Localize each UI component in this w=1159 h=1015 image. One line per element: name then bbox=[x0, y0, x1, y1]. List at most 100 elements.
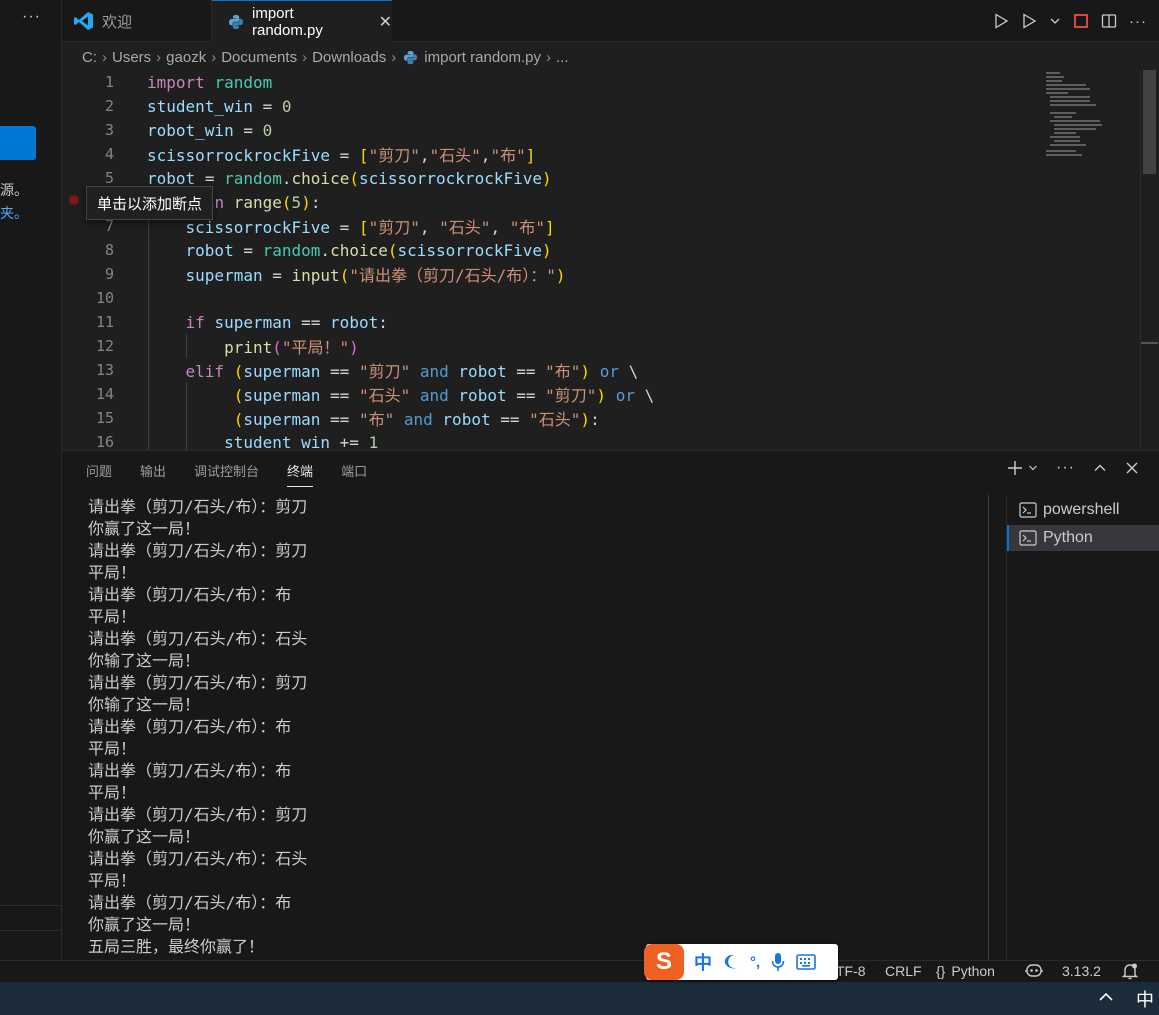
tab-debug-console[interactable]: 调试控制台 bbox=[194, 461, 259, 487]
chevron-up-icon[interactable] bbox=[1098, 988, 1114, 1009]
breakpoint-hint-icon[interactable] bbox=[69, 195, 79, 205]
stop-icon[interactable] bbox=[1073, 13, 1089, 29]
status-encoding[interactable]: TF-8 bbox=[836, 963, 866, 979]
sogou-logo-icon[interactable]: S bbox=[644, 944, 684, 980]
ime-indicator[interactable]: 中 bbox=[1136, 986, 1154, 1012]
code-line: 6for _ in range(5): bbox=[62, 190, 1142, 214]
code-line: 15 (superman == "布" and robot == "石头"): bbox=[62, 406, 1142, 430]
line-number: 8 bbox=[104, 241, 114, 259]
line-number: 5 bbox=[104, 169, 114, 187]
code-line: 4 scissorrockrockFive = ["剪刀","石头","布"] bbox=[62, 142, 1142, 166]
tab-output[interactable]: 输出 bbox=[140, 461, 166, 487]
more-actions-icon[interactable]: ··· bbox=[1056, 459, 1075, 477]
punctuation-toggle[interactable]: °, bbox=[750, 954, 760, 971]
ime-mode[interactable]: 中 bbox=[694, 949, 712, 975]
close-panel-icon[interactable] bbox=[1125, 461, 1139, 475]
minimap[interactable] bbox=[1044, 70, 1140, 160]
breadcrumb-item[interactable]: ... bbox=[556, 49, 569, 66]
terminal-line: 你输了这一局！ bbox=[88, 651, 201, 670]
bottom-panel: 问题 输出 调试控制台 终端 端口 ··· 请出拳（剪刀/石头/布）：剪刀 你赢… bbox=[62, 450, 1159, 961]
close-icon[interactable]: ✕ bbox=[379, 12, 392, 32]
tab-import-random[interactable]: import random.py ✕ bbox=[212, 0, 392, 43]
terminal-line: 你输了这一局！ bbox=[88, 695, 201, 714]
new-terminal-icon[interactable] bbox=[1006, 459, 1038, 477]
breadcrumb-item[interactable]: Documents bbox=[221, 49, 297, 66]
terminal-item-python[interactable]: Python bbox=[1007, 525, 1159, 551]
divider bbox=[0, 930, 62, 931]
braces-icon: {} bbox=[936, 963, 946, 979]
breadcrumb: C: › Users › gaozk › Documents › Downloa… bbox=[82, 46, 569, 68]
more-actions-icon[interactable]: ··· bbox=[1129, 13, 1147, 30]
line-number: 11 bbox=[95, 313, 114, 331]
tab-label: import random.py bbox=[252, 5, 323, 39]
code-text: robot = random.choice(scissorrockrockFiv… bbox=[147, 168, 552, 188]
code-text: if superman == robot: bbox=[185, 312, 388, 332]
breakpoint-tooltip: 单击以添加断点 bbox=[86, 186, 214, 220]
code-line: 7 scissorrockFive = ["剪刀", "石头", "布"] bbox=[62, 214, 1142, 238]
terminal-name: Python bbox=[1043, 529, 1093, 546]
code-text: student_win = 0 bbox=[147, 96, 292, 116]
code-text: robot_win = 0 bbox=[147, 120, 273, 140]
code-text: student_win += 1 bbox=[224, 432, 379, 451]
chevron-down-icon[interactable] bbox=[1049, 15, 1061, 27]
breadcrumb-item[interactable]: Downloads bbox=[312, 49, 386, 66]
maximize-panel-icon[interactable] bbox=[1093, 461, 1107, 475]
more-actions-icon[interactable]: ··· bbox=[22, 8, 41, 26]
terminal-line: 请出拳（剪刀/石头/布）：布 bbox=[88, 717, 292, 736]
status-language[interactable]: {} Python bbox=[936, 963, 995, 979]
copilot-icon[interactable] bbox=[1024, 962, 1044, 980]
terminal-line: 请出拳（剪刀/石头/布）：石头 bbox=[88, 849, 308, 868]
moon-icon[interactable] bbox=[722, 953, 740, 971]
breadcrumb-item[interactable]: gaozk bbox=[166, 49, 206, 66]
status-eol[interactable]: CRLF bbox=[885, 963, 922, 979]
chevron-right-icon: › bbox=[391, 48, 397, 66]
terminal-line: 请出拳（剪刀/石头/布）：剪刀 bbox=[88, 673, 308, 692]
terminal-item-powershell[interactable]: powershell bbox=[1007, 497, 1159, 523]
python-file-icon bbox=[228, 14, 244, 30]
line-number: 10 bbox=[95, 289, 114, 307]
terminal-icon bbox=[1019, 530, 1037, 546]
split-editor-icon[interactable] bbox=[1101, 13, 1117, 29]
terminal-line: 请出拳（剪刀/石头/布）：布 bbox=[88, 761, 292, 780]
terminal-line: 请出拳（剪刀/石头/布）：布 bbox=[88, 585, 292, 604]
primary-button[interactable] bbox=[0, 126, 36, 160]
code-line: 12 print("平局！") bbox=[62, 334, 1142, 358]
code-line: 5 robot = random.choice(scissorrockrockFi… bbox=[62, 166, 1142, 190]
code-line: 9 superman = input("请出拳（剪刀/石头/布）：") bbox=[62, 262, 1142, 286]
debug-run-icon[interactable] bbox=[1021, 13, 1037, 29]
code-line: 11 if superman == robot: bbox=[62, 310, 1142, 334]
scrollbar-thumb[interactable] bbox=[1143, 70, 1156, 174]
terminal-list: powershell Python bbox=[1006, 495, 1159, 961]
microphone-icon[interactable] bbox=[770, 952, 786, 972]
terminal-scrollbar[interactable] bbox=[988, 495, 1006, 961]
code-line: 3 robot_win = 0 bbox=[62, 118, 1142, 142]
code-text: superman = input("请出拳（剪刀/石头/布）：") bbox=[185, 266, 566, 285]
breadcrumb-item[interactable]: Users bbox=[112, 49, 151, 66]
code-text: import random bbox=[147, 72, 273, 92]
chevron-right-icon: › bbox=[102, 48, 107, 66]
tab-ports[interactable]: 端口 bbox=[341, 461, 367, 487]
line-number: 14 bbox=[95, 385, 114, 403]
tab-problems[interactable]: 问题 bbox=[86, 461, 112, 487]
run-icon[interactable] bbox=[993, 13, 1009, 29]
editor-actions: ··· bbox=[993, 0, 1159, 42]
line-number: 3 bbox=[104, 121, 114, 139]
keyboard-icon[interactable] bbox=[796, 954, 816, 970]
breadcrumb-item[interactable]: C: bbox=[82, 49, 97, 66]
code-editor[interactable]: 1 import random 2 student_win = 0 3 robot_w… bbox=[62, 70, 1159, 450]
tab-terminal[interactable]: 终端 bbox=[287, 461, 314, 487]
sidebar-link-fragment[interactable]: 夹。 bbox=[0, 203, 28, 223]
chevron-right-icon: › bbox=[302, 48, 308, 66]
code-text: (superman == "布" and robot == "石头"): bbox=[233, 410, 600, 429]
code-text: (superman == "石头" and robot == "剪刀") or … bbox=[233, 386, 655, 405]
terminal-output[interactable]: 请出拳（剪刀/石头/布）：剪刀 你赢了这一局！ 请出拳（剪刀/石头/布）：剪刀 … bbox=[88, 496, 307, 958]
notifications-bell-icon[interactable] bbox=[1122, 962, 1138, 980]
tab-welcome[interactable]: 欢迎 bbox=[62, 0, 212, 42]
python-file-icon bbox=[403, 50, 418, 65]
terminal-line: 平局！ bbox=[88, 607, 137, 626]
ime-toolbar[interactable]: S 中 °, bbox=[644, 944, 838, 980]
breadcrumb-item[interactable]: import random.py bbox=[424, 49, 541, 66]
editor-scrollbar[interactable] bbox=[1140, 70, 1158, 450]
line-number: 16 bbox=[95, 433, 114, 450]
status-python-version[interactable]: 3.13.2 bbox=[1062, 963, 1101, 979]
